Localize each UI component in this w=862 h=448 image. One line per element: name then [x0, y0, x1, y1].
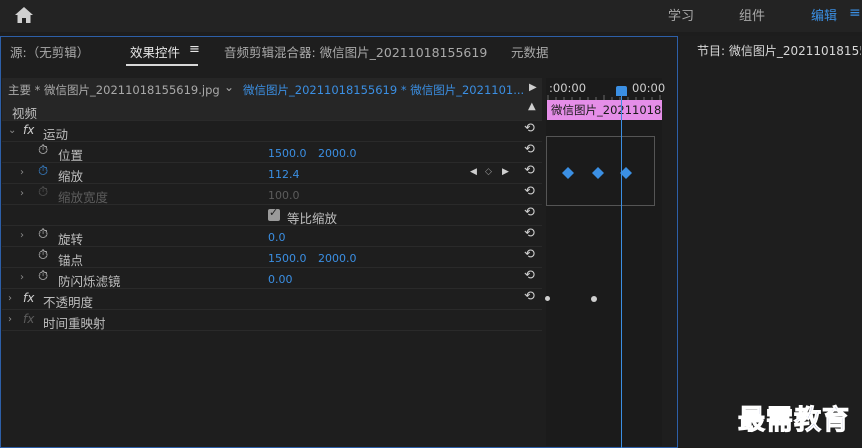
reset-icon[interactable]: ⟲ [524, 163, 535, 178]
workspace-tab-learn[interactable]: 学习 [668, 5, 694, 24]
reset-icon[interactable]: ⟲ [524, 268, 535, 283]
tab-audio-clip-mixer[interactable]: 音频剪辑混合器: 微信图片_20211018155619 [224, 42, 487, 61]
home-icon[interactable] [14, 6, 34, 24]
master-clip-label[interactable]: 主要 * 微信图片_20211018155619.jpg [8, 82, 220, 98]
reset-icon[interactable]: ⟲ [524, 289, 535, 304]
watermark-logo: 最需教育 [738, 405, 850, 437]
time-remap-label: 时间重映射 [43, 316, 106, 331]
panel-menu-icon[interactable]: ≡ [189, 42, 200, 57]
chevron-right-icon[interactable]: › [20, 230, 24, 241]
tab-metadata[interactable]: 元数据 [511, 42, 549, 61]
video-section-label: 视频 [12, 106, 38, 121]
anchor-y-value[interactable]: 2000.0 [318, 252, 357, 265]
fx-icon[interactable]: fx [23, 291, 34, 305]
flicker-label: 防闪烁滤镜 [58, 274, 121, 289]
reset-icon[interactable]: ⟲ [524, 247, 535, 262]
scale-width-value: 100.0 [268, 189, 300, 202]
anchor-label: 锚点 [58, 253, 84, 268]
scale-width-label: 缩放宽度 [58, 190, 109, 205]
stopwatch-icon[interactable]: ⏱ [38, 248, 48, 263]
rotation-label: 旋转 [58, 232, 84, 247]
timeline-clip-label: 微信图片_2021101811 [551, 103, 661, 117]
reset-icon[interactable]: ⟲ [524, 142, 535, 157]
playhead-line [621, 88, 622, 448]
scale-label: 缩放 [58, 169, 84, 184]
fx-icon: fx [23, 312, 35, 326]
uniform-scale-label: 等比缩放 [287, 211, 338, 226]
rotation-value[interactable]: 0.0 [268, 231, 286, 244]
opacity-label: 不透明度 [43, 295, 94, 310]
chevron-right-icon[interactable]: › [20, 272, 24, 283]
program-title[interactable]: 节目: 微信图片_20211018155 [697, 42, 861, 59]
motion-label: 运动 [43, 127, 69, 142]
previous-keyframe-icon[interactable]: ◀ [470, 167, 477, 177]
playhead-handle[interactable] [616, 86, 627, 96]
scale-value[interactable]: 112.4 [268, 168, 300, 181]
position-y-value[interactable]: 2000.0 [318, 147, 357, 160]
video-section-row [2, 100, 542, 121]
workspace-tab-assembly[interactable]: 组件 [739, 5, 765, 24]
chevron-right-icon[interactable]: › [8, 293, 12, 304]
chevron-down-icon[interactable]: ⌄ [8, 125, 16, 136]
active-tab-indicator [126, 64, 198, 66]
tab-effect-controls[interactable]: 效果控件 [130, 42, 180, 61]
stopwatch-icon[interactable]: ⏱ [38, 227, 48, 242]
chevron-down-icon[interactable]: ⌄ [224, 80, 234, 94]
chevron-right-icon[interactable]: › [8, 314, 12, 325]
reset-icon[interactable]: ⟲ [524, 205, 535, 220]
position-x-value[interactable]: 1500.0 [268, 147, 307, 160]
program-monitor-panel [680, 36, 862, 448]
fx-icon[interactable]: fx [23, 123, 34, 137]
stopwatch-icon: ⏱ [38, 185, 49, 200]
checkmark-icon: ✓ [269, 206, 279, 219]
motion-row [2, 121, 542, 142]
sequence-clip-label[interactable]: 微信图片_20211018155619 * 微信图片_2021101... [243, 82, 524, 98]
reset-icon[interactable]: ⟲ [524, 226, 535, 241]
collapse-up-icon[interactable]: ▲ [528, 101, 536, 112]
reset-icon[interactable]: ⟲ [524, 121, 535, 136]
tab-source[interactable]: 源:（无剪辑） [10, 42, 89, 61]
workspace-tab-editing[interactable]: 编辑 [811, 5, 837, 24]
play-icon[interactable]: ▶ [529, 82, 537, 93]
keyframe-timeline[interactable] [546, 78, 662, 446]
scale-keyframes[interactable] [560, 166, 634, 180]
top-bar [0, 0, 862, 32]
flicker-value[interactable]: 0.00 [268, 273, 293, 286]
time-ruler[interactable] [546, 92, 662, 100]
stopwatch-icon[interactable]: ⏱ [38, 269, 48, 284]
stopwatch-icon[interactable]: ⏱ [38, 164, 48, 179]
workspace-menu-icon[interactable]: ≡ [849, 5, 861, 21]
chevron-right-icon[interactable]: › [20, 167, 24, 178]
opacity-keyframe[interactable] [591, 296, 597, 302]
add-keyframe-icon[interactable]: ◇ [485, 167, 492, 177]
opacity-keyframe[interactable] [545, 296, 550, 301]
next-keyframe-icon[interactable]: ▶ [502, 167, 509, 177]
reset-icon[interactable]: ⟲ [524, 184, 535, 199]
chevron-right-icon: › [20, 188, 24, 199]
stopwatch-icon[interactable]: ⏱ [38, 143, 48, 158]
anchor-x-value[interactable]: 1500.0 [268, 252, 307, 265]
position-label: 位置 [58, 148, 84, 163]
